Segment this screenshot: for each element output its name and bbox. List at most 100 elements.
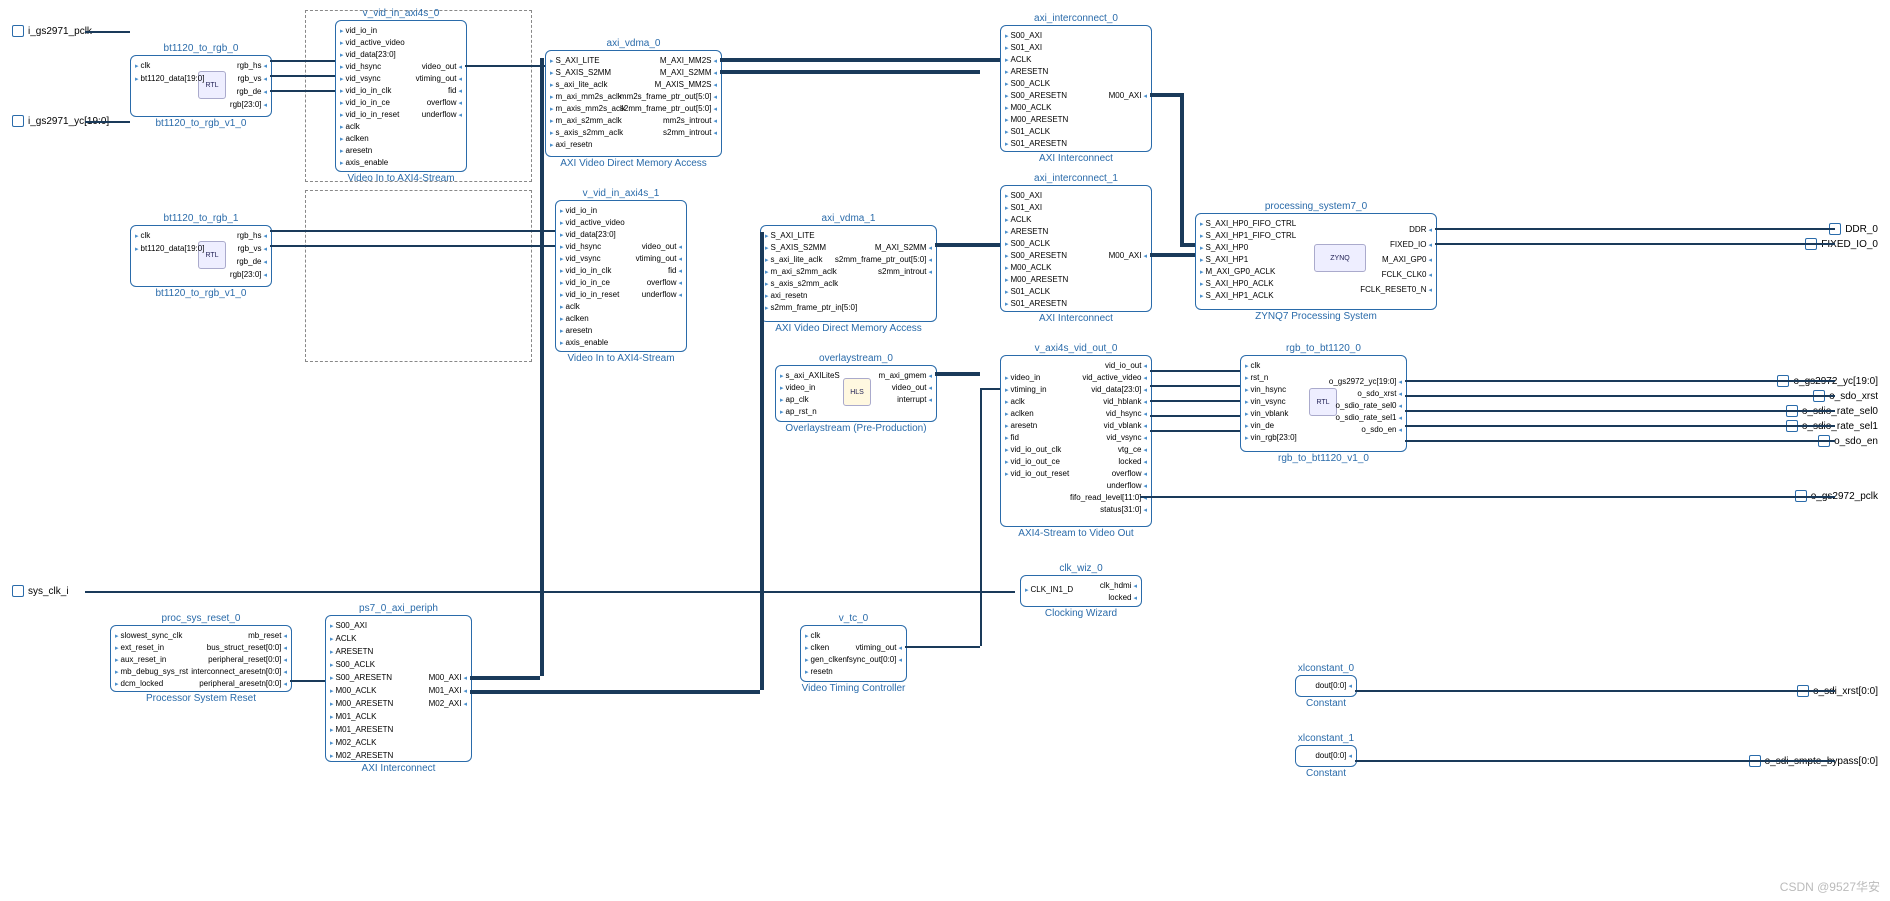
port: status[31:0] [1100, 504, 1147, 515]
block-title: clk_wiz_0 [1021, 561, 1141, 576]
port: vid_io_in_ce [560, 277, 610, 288]
block-title: v_vid_in_axi4s_1 [556, 186, 686, 201]
port: vid_vsync [560, 253, 601, 264]
port: overflow [1112, 468, 1147, 479]
port: vid_hsync [1106, 408, 1147, 419]
port: aclk [560, 301, 580, 312]
port: vin_rgb[23:0] [1245, 432, 1297, 443]
port: locked [1118, 456, 1147, 467]
port: S00_AXI [1005, 30, 1042, 41]
block-caption: Constant [1296, 766, 1356, 781]
block-rgb-out[interactable]: rgb_to_bt1120_0 rgb_to_bt1120_v1_0 RTL c… [1240, 355, 1407, 452]
port: S_AXI_LITE [765, 230, 815, 241]
port: s_axi_lite_aclk [550, 79, 608, 90]
block-title: axi_interconnect_0 [1001, 11, 1151, 26]
wire [1355, 690, 1835, 692]
wire [905, 646, 980, 648]
block-caption: Video In to AXI4-Stream [556, 351, 686, 366]
block-title: axi_vdma_0 [546, 36, 721, 51]
wire [1150, 415, 1240, 417]
block-vdma-1[interactable]: axi_vdma_1 AXI Video Direct Memory Acces… [760, 225, 937, 322]
block-overlay[interactable]: overlaystream_0 Overlaystream (Pre-Produ… [775, 365, 937, 422]
block-vid-out[interactable]: v_axi4s_vid_out_0 AXI4-Stream to Video O… [1000, 355, 1152, 527]
port: m_axis_mm2s_aclk [550, 103, 626, 114]
wire [1150, 370, 1240, 372]
port: o_sdio_rate_sel0 [1336, 400, 1402, 411]
block-caption: AXI Interconnect [1001, 151, 1151, 166]
port: M01_AXI [429, 685, 467, 696]
block-xlc-1[interactable]: xlconstant_1 Constant dout[0:0] [1295, 745, 1357, 767]
block-caption: bt1120_to_rgb_v1_0 [131, 286, 271, 301]
port: vid_io_out_clk [1005, 444, 1061, 455]
port: S01_ACLK [1005, 126, 1050, 137]
block-clk-wiz[interactable]: clk_wiz_0 Clocking Wizard CLK_IN1_D clk_… [1020, 575, 1142, 607]
port: vid_io_in_clk [340, 85, 391, 96]
port: vtiming_out [856, 642, 902, 653]
block-bt1120-1[interactable]: bt1120_to_rgb_1 bt1120_to_rgb_v1_0 RTL c… [130, 225, 272, 287]
port: M_AXI_S2MM [660, 67, 717, 78]
block-title: bt1120_to_rgb_0 [131, 41, 271, 56]
block-ps7-periph[interactable]: ps7_0_axi_periph AXI Interconnect S00_AX… [325, 615, 472, 762]
port: vtiming_out [416, 73, 462, 84]
port: rgb_de [237, 86, 267, 97]
port: rgb[23:0] [230, 269, 267, 280]
block-psr[interactable]: proc_sys_reset_0 Processor System Reset … [110, 625, 292, 692]
port: rgb_vs [237, 73, 267, 84]
block-caption: AXI Interconnect [326, 761, 471, 776]
port: vid_io_out_reset [1005, 468, 1069, 479]
wire [270, 60, 335, 62]
port: S_AXI_HP1 [1200, 254, 1248, 265]
port: m_axi_s2mm_aclk [550, 115, 622, 126]
block-xlc-0[interactable]: xlconstant_0 Constant dout[0:0] [1295, 675, 1357, 697]
port: fsync_out[0:0] [847, 654, 902, 665]
block-ic-0[interactable]: axi_interconnect_0 AXI Interconnect S00_… [1000, 25, 1152, 152]
port: s_axis_s2mm_aclk [765, 278, 838, 289]
wire [270, 90, 335, 92]
port: aux_reset_in [115, 654, 166, 665]
port: M00_ARESETN [1005, 274, 1068, 285]
port: ACLK [1005, 214, 1031, 225]
wire [85, 591, 1015, 593]
port: o_sdio_rate_sel1 [1336, 412, 1402, 423]
wire [1180, 243, 1195, 247]
wire [1150, 430, 1240, 432]
wire [760, 232, 764, 690]
wire [1355, 760, 1835, 762]
port: bt1120_data[19:0] [135, 73, 204, 84]
port: rgb_vs [237, 243, 267, 254]
block-ps7[interactable]: processing_system7_0 ZYNQ7 Processing Sy… [1195, 213, 1437, 310]
block-ic-1[interactable]: axi_interconnect_1 AXI Interconnect S00_… [1000, 185, 1152, 312]
wire [1180, 93, 1184, 243]
block-vid-in-1[interactable]: v_vid_in_axi4s_1 Video In to AXI4-Stream… [555, 200, 687, 352]
block-bt1120-0[interactable]: bt1120_to_rgb_0 bt1120_to_rgb_v1_0 RTL c… [130, 55, 272, 117]
port: S00_AXI [330, 620, 367, 631]
port: S01_ARESETN [1005, 138, 1067, 149]
port: fifo_read_level[11:0] [1070, 492, 1147, 503]
port: resetn [805, 666, 833, 677]
block-caption: Processor System Reset [111, 691, 291, 706]
port: DDR [1409, 224, 1432, 235]
wire [935, 243, 1000, 247]
port: s2mm_introut [878, 266, 932, 277]
port: vid_vsync [1106, 432, 1147, 443]
wire [1405, 395, 1835, 397]
block-vtc[interactable]: v_tc_0 Video Timing Controller clk clken… [800, 625, 907, 682]
ext-port-i-gs2971-pclk: i_gs2971_pclk [12, 25, 96, 37]
port: S01_AXI [1005, 202, 1042, 213]
port: vid_hblank [1103, 396, 1147, 407]
port: fid [668, 265, 682, 276]
port: vid_io_out_ce [1005, 456, 1060, 467]
port: underflow [1107, 480, 1147, 491]
port: clken [805, 642, 829, 653]
block-vdma-0[interactable]: axi_vdma_0 AXI Video Direct Memory Acces… [545, 50, 722, 157]
wire [1405, 440, 1835, 442]
block-vid-in-0[interactable]: v_vid_in_axi4s_0 Video In to AXI4-Stream… [335, 20, 467, 172]
port: vin_hsync [1245, 384, 1286, 395]
block-title: v_vid_in_axi4s_0 [336, 6, 466, 21]
port: S_AXI_HP0 [1200, 242, 1248, 253]
port: M00_ACLK [1005, 262, 1051, 273]
wire [1150, 93, 1180, 97]
port: o_sdo_xrst [1357, 388, 1402, 399]
port: vid_vblank [1104, 420, 1147, 431]
port: mm2s_introut [663, 115, 717, 126]
